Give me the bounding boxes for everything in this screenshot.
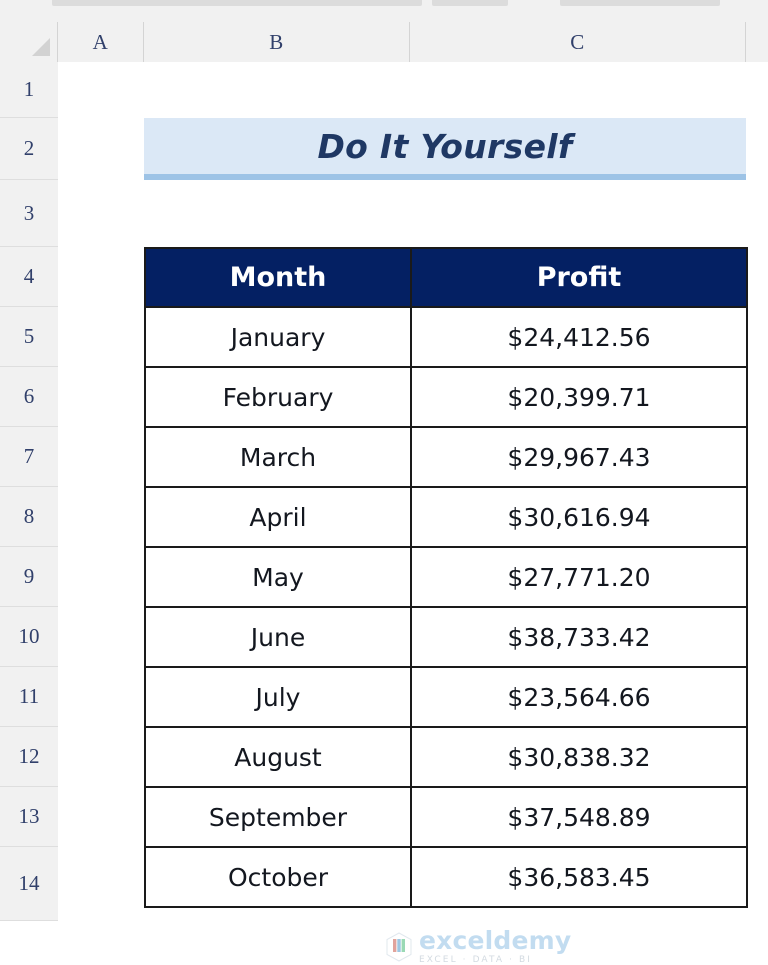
row-header-7[interactable]: 7 xyxy=(0,427,58,487)
ribbon-group-1 xyxy=(52,0,422,6)
cell-month[interactable]: August xyxy=(145,727,411,787)
row-header-6[interactable]: 6 xyxy=(0,367,58,427)
column-header-c[interactable]: C xyxy=(410,22,746,62)
table-row: August$30,838.32 xyxy=(145,727,747,787)
cell-month[interactable]: January xyxy=(145,307,411,367)
row-header-11[interactable]: 11 xyxy=(0,667,58,727)
cell-profit[interactable]: $20,399.71 xyxy=(411,367,747,427)
select-all-triangle-icon xyxy=(32,38,50,56)
cell-profit[interactable]: $24,412.56 xyxy=(411,307,747,367)
exceldemy-watermark: exceldemy EXCEL · DATA · BI xyxy=(386,928,571,965)
table-row: October$36,583.45 xyxy=(145,847,747,907)
worksheet-grid[interactable]: Do It Yourself Month Profit January$24,4… xyxy=(58,62,768,921)
ribbon-strip-cutoff xyxy=(0,0,768,22)
table-row: June$38,733.42 xyxy=(145,607,747,667)
column-header-d[interactable] xyxy=(746,22,768,62)
table-row: September$37,548.89 xyxy=(145,787,747,847)
column-header-profit[interactable]: Profit xyxy=(411,248,747,307)
cell-month[interactable]: July xyxy=(145,667,411,727)
table-row: February$20,399.71 xyxy=(145,367,747,427)
table-row: May$27,771.20 xyxy=(145,547,747,607)
watermark-tagline: EXCEL · DATA · BI xyxy=(419,956,571,965)
exceldemy-cube-logo-icon xyxy=(386,932,412,962)
cell-month[interactable]: April xyxy=(145,487,411,547)
row-header-10[interactable]: 10 xyxy=(0,607,58,667)
column-header-a[interactable]: A xyxy=(58,22,144,62)
row-header-1[interactable]: 1 xyxy=(0,62,58,118)
table-row: January$24,412.56 xyxy=(145,307,747,367)
column-header-bar: A B C xyxy=(0,22,768,62)
cell-profit[interactable]: $38,733.42 xyxy=(411,607,747,667)
select-all-corner[interactable] xyxy=(0,22,58,62)
table-row: March$29,967.43 xyxy=(145,427,747,487)
cell-profit[interactable]: $36,583.45 xyxy=(411,847,747,907)
row-header-14[interactable]: 14 xyxy=(0,847,58,921)
row-header-9[interactable]: 9 xyxy=(0,547,58,607)
row-header-13[interactable]: 13 xyxy=(0,787,58,847)
cell-profit[interactable]: $23,564.66 xyxy=(411,667,747,727)
cell-profit[interactable]: $30,838.32 xyxy=(411,727,747,787)
table-row: April$30,616.94 xyxy=(145,487,747,547)
row-header-gutter: 1234567891011121314 xyxy=(0,62,58,921)
cell-month[interactable]: October xyxy=(145,847,411,907)
row-header-8[interactable]: 8 xyxy=(0,487,58,547)
table-header-row: Month Profit xyxy=(145,248,747,307)
cell-month[interactable]: February xyxy=(145,367,411,427)
cell-month[interactable]: September xyxy=(145,787,411,847)
title-text: Do It Yourself xyxy=(317,127,572,166)
row-header-3[interactable]: 3 xyxy=(0,180,58,247)
ribbon-group-3 xyxy=(560,0,720,6)
watermark-name: exceldemy xyxy=(419,928,571,953)
cell-profit[interactable]: $29,967.43 xyxy=(411,427,747,487)
cell-profit[interactable]: $27,771.20 xyxy=(411,547,747,607)
cell-month[interactable]: June xyxy=(145,607,411,667)
table-row: July$23,564.66 xyxy=(145,667,747,727)
cell-profit[interactable]: $37,548.89 xyxy=(411,787,747,847)
cell-month[interactable]: May xyxy=(145,547,411,607)
row-header-5[interactable]: 5 xyxy=(0,307,58,367)
profit-data-table: Month Profit January$24,412.56February$2… xyxy=(144,247,748,908)
row-header-4[interactable]: 4 xyxy=(0,247,58,307)
row-header-12[interactable]: 12 xyxy=(0,727,58,787)
ribbon-group-2 xyxy=(432,0,508,6)
row-header-2[interactable]: 2 xyxy=(0,118,58,180)
merged-title-cell[interactable]: Do It Yourself xyxy=(144,118,746,180)
cell-month[interactable]: March xyxy=(145,427,411,487)
column-header-b[interactable]: B xyxy=(144,22,410,62)
cell-profit[interactable]: $30,616.94 xyxy=(411,487,747,547)
column-header-month[interactable]: Month xyxy=(145,248,411,307)
